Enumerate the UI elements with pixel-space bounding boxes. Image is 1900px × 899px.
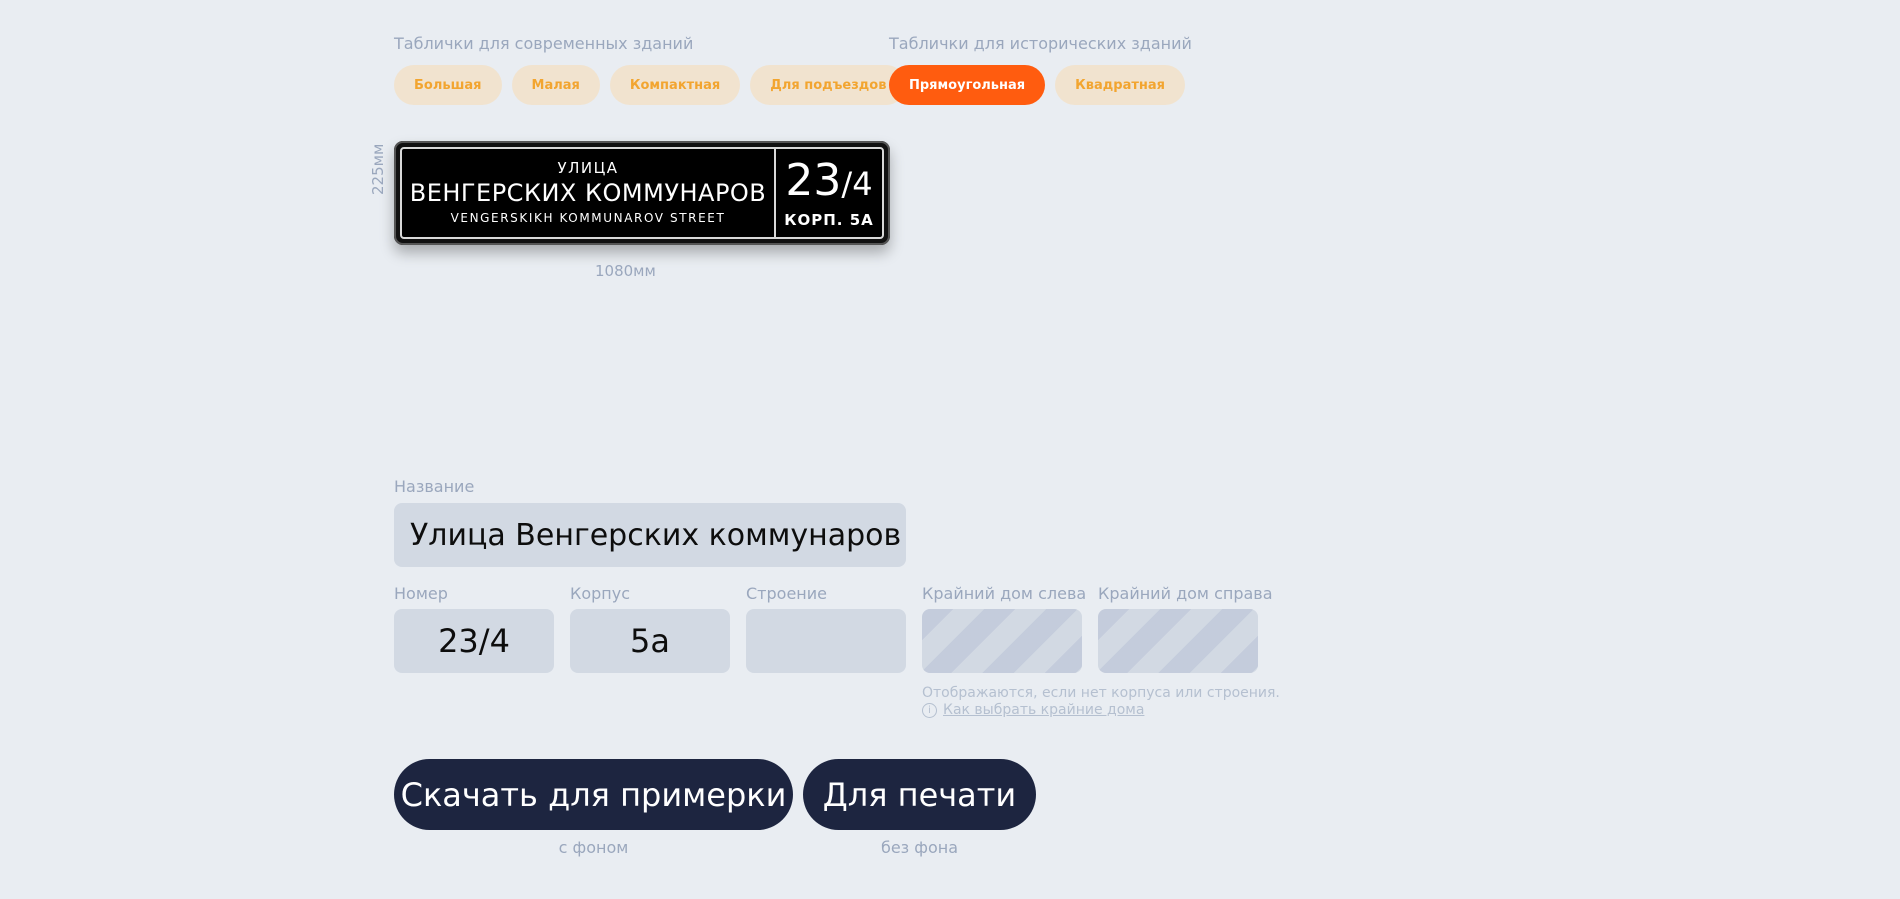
right-house-label: Крайний дом справа — [1098, 584, 1273, 603]
historic-signs-heading: Таблички для исторических зданий — [889, 34, 1192, 53]
sign-house-number: 23/4 — [785, 154, 873, 207]
sign-street-name-en: VENGERSKIKH KOMMUNAROV STREET — [450, 211, 726, 225]
modern-signs-heading: Таблички для современных зданий — [394, 34, 694, 53]
download-caption: с фоном — [558, 838, 629, 857]
edge-houses-help-link[interactable]: Как выбрать крайние дома — [943, 702, 1144, 718]
print-caption: без фона — [880, 838, 959, 857]
info-icon: i — [922, 702, 937, 718]
type-dlya-podezdov[interactable]: Для подъездов — [750, 65, 907, 105]
historic-type-selector: Прямоугольная Квадратная — [889, 65, 1185, 105]
sign-frame: УЛИЦА ВЕНГЕРСКИХ КОММУНАРОВ VENGERSKIKH … — [400, 147, 884, 239]
modern-type-selector: Большая Малая Компактная Для подъездов — [394, 65, 907, 105]
sign-street-prefix: УЛИЦА — [557, 159, 619, 177]
korpus-label: Корпус — [570, 584, 631, 603]
type-malaya[interactable]: Малая — [511, 65, 600, 105]
korpus-input[interactable]: 5а — [570, 609, 730, 673]
type-pryamougolnaya[interactable]: Прямоугольная — [889, 65, 1046, 105]
left-house-input — [922, 609, 1082, 673]
edge-houses-help: i Как выбрать крайние дома — [922, 702, 1144, 718]
building-input[interactable] — [746, 609, 906, 673]
name-input[interactable]: Улица Венгерских коммунаров — [394, 503, 906, 567]
print-button[interactable]: Для печати — [803, 759, 1036, 830]
sign-street-name: ВЕНГЕРСКИХ КОММУНАРОВ — [409, 179, 767, 207]
name-label: Название — [394, 477, 475, 496]
download-preview-button[interactable]: Скачать для примерки — [394, 759, 793, 830]
type-bolshaya[interactable]: Большая — [394, 65, 502, 105]
type-kvadratnaya[interactable]: Квадратная — [1055, 65, 1185, 105]
type-kompaktnaya[interactable]: Компактная — [609, 65, 741, 105]
sign-preview: УЛИЦА ВЕНГЕРСКИХ КОММУНАРОВ VENGERSKIKH … — [394, 141, 890, 245]
building-label: Строение — [746, 584, 827, 603]
edge-houses-hint: Отображаются, если нет корпуса или строе… — [922, 685, 1280, 701]
sign-height-dimension: 225мм — [369, 143, 387, 195]
right-house-input — [1098, 609, 1258, 673]
sign-street-panel: УЛИЦА ВЕНГЕРСКИХ КОММУНАРОВ VENGERSKIKH … — [402, 149, 776, 237]
sign-house-number-suffix: /4 — [841, 164, 873, 203]
sign-house-number-main: 23 — [785, 154, 842, 206]
number-label: Номер — [394, 584, 448, 603]
left-house-label: Крайний дом слева — [922, 584, 1087, 603]
number-input[interactable]: 23/4 — [394, 609, 554, 673]
sign-korpus: КОРП. 5А — [784, 210, 874, 229]
sign-width-dimension: 1080мм — [595, 262, 656, 280]
sign-number-panel: 23/4 КОРП. 5А — [776, 149, 882, 237]
